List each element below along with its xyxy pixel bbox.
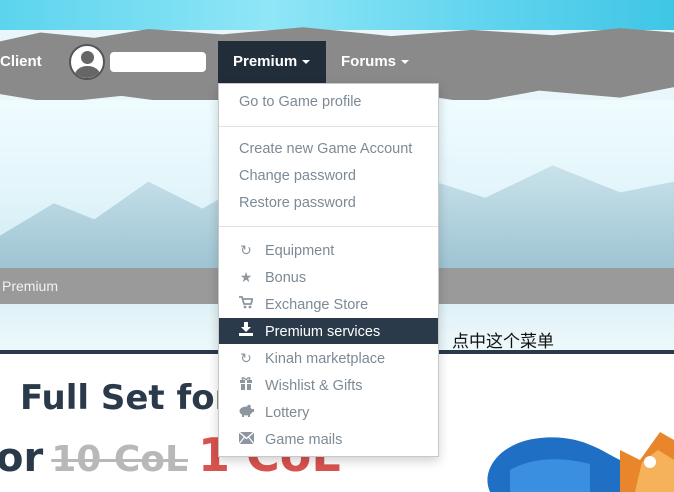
annotation-text: 点中这个菜单 <box>452 332 554 352</box>
premium-dropdown-menu: Go to Game profile Create new Game Accou… <box>218 83 439 457</box>
nav-client-label: Client <box>0 53 42 70</box>
cart-icon <box>237 292 255 317</box>
menu-item-label: Game mails <box>265 432 343 448</box>
menu-item-label: Premium services <box>265 324 381 340</box>
menu-divider <box>219 126 438 127</box>
menu-item-label: Restore password <box>239 195 356 211</box>
menu-item-game-mails[interactable]: Game mails <box>219 427 438 452</box>
nav-forums-dropdown-toggle[interactable]: Forums <box>326 41 424 83</box>
menu-item-wishlist-gifts[interactable]: Wishlist & Gifts <box>219 373 438 398</box>
download-icon <box>237 318 255 344</box>
menu-item-label: Equipment <box>265 243 335 259</box>
nav-forums-label: Forums <box>341 53 397 70</box>
menu-item-premium-services[interactable]: Premium services <box>219 318 438 344</box>
price-prefix: or <box>0 435 44 481</box>
caret-down-icon <box>401 60 410 65</box>
menu-divider <box>219 226 438 227</box>
menu-item-game-profile[interactable]: Go to Game profile <box>219 90 438 115</box>
username-redacted[interactable] <box>110 52 206 72</box>
refresh-icon: ↻ <box>240 242 252 258</box>
menu-item-create-account[interactable]: Create new Game Account <box>219 137 438 162</box>
menu-item-label: Kinah marketplace <box>265 351 386 367</box>
menu-item-label: Lottery <box>265 405 310 421</box>
menu-item-exchange-store[interactable]: Exchange Store <box>219 292 438 317</box>
nav-client[interactable]: Client <box>0 41 57 83</box>
gift-icon <box>237 373 255 398</box>
menu-item-equipment[interactable]: ↻ Equipment <box>219 238 438 263</box>
menu-item-lottery[interactable]: Lottery <box>219 400 438 425</box>
old-price: 10 CoL <box>51 439 188 480</box>
avatar[interactable] <box>69 44 105 80</box>
nav-premium-label: Premium <box>233 53 298 70</box>
menu-item-label: Wishlist & Gifts <box>265 378 363 394</box>
menu-item-label: Go to Game profile <box>239 94 362 110</box>
menu-item-bonus[interactable]: ★ Bonus <box>219 265 438 290</box>
mascot-illustration <box>487 432 674 492</box>
menu-item-label: Change password <box>239 168 356 184</box>
nav-premium-dropdown-toggle[interactable]: Premium <box>218 41 326 83</box>
refresh-icon: ↻ <box>240 350 252 366</box>
header-background <box>0 0 674 30</box>
star-icon: ★ <box>239 269 253 285</box>
breadcrumb-current: Premium <box>2 278 59 294</box>
menu-item-restore-password[interactable]: Restore password <box>219 191 438 216</box>
menu-item-label: Exchange Store <box>265 297 369 313</box>
envelope-icon <box>237 427 255 452</box>
menu-item-label: Create new Game Account <box>239 141 413 157</box>
piggy-bank-icon <box>237 400 255 425</box>
menu-item-change-password[interactable]: Change password <box>219 164 438 189</box>
caret-down-icon <box>302 60 311 65</box>
user-icon <box>81 51 94 64</box>
promo-headline: Full Set for <box>20 378 232 418</box>
menu-item-label: Bonus <box>265 270 307 286</box>
menu-item-kinah-marketplace[interactable]: ↻ Kinah marketplace <box>219 346 438 371</box>
